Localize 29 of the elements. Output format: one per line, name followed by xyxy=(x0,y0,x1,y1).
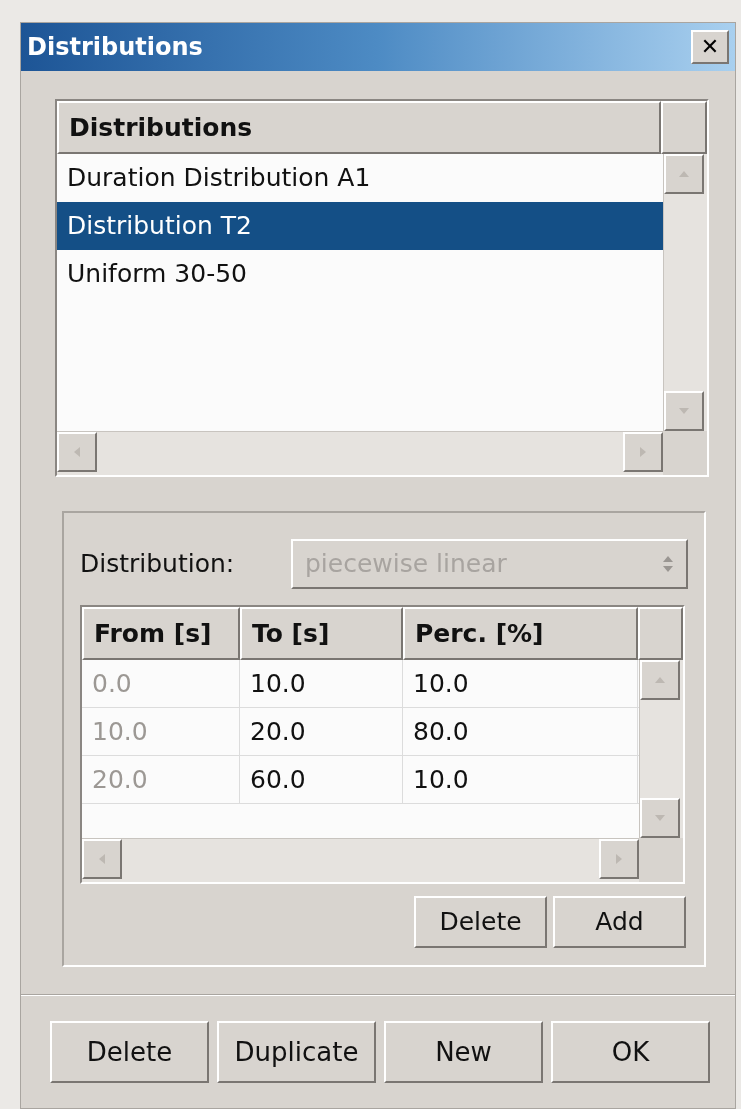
horizontal-scrollbar[interactable] xyxy=(82,838,639,882)
column-header[interactable]: From [s] xyxy=(82,607,240,660)
updown-arrow-icon xyxy=(662,554,674,574)
window-title: Distributions xyxy=(27,32,203,63)
list-item[interactable]: Duration Distribution A1 xyxy=(57,154,663,202)
dialog-button[interactable]: OK xyxy=(551,1021,710,1083)
column-header[interactable]: Perc. [%] xyxy=(403,607,638,660)
table-cell[interactable]: 10.0 xyxy=(403,660,638,707)
distribution-label: Distribution: xyxy=(80,548,235,581)
table-cell[interactable]: 10.0 xyxy=(403,756,638,803)
vertical-scrollbar[interactable] xyxy=(639,660,683,838)
dialog-button[interactable]: Duplicate xyxy=(217,1021,376,1083)
table-cell[interactable]: 60.0 xyxy=(240,756,403,803)
column-header[interactable]: Distributions xyxy=(57,101,661,154)
dialog-button[interactable]: Delete xyxy=(50,1021,209,1083)
scrollbar-corner xyxy=(663,431,707,475)
dialog-button[interactable]: New xyxy=(384,1021,543,1083)
close-button[interactable]: ✕ xyxy=(691,30,729,64)
vertical-scrollbar[interactable] xyxy=(663,154,707,431)
scrollbar-corner xyxy=(639,838,683,882)
list-item[interactable]: Distribution T2 xyxy=(57,202,663,250)
list-item[interactable]: Uniform 30-50 xyxy=(57,250,663,298)
table-action-button[interactable]: Delete xyxy=(414,896,547,948)
column-header[interactable]: To [s] xyxy=(240,607,403,660)
table-action-button[interactable]: Add xyxy=(553,896,686,948)
table-cell[interactable]: 20.0 xyxy=(240,708,403,755)
table-cell[interactable]: 80.0 xyxy=(403,708,638,755)
table-cell[interactable]: 10.0 xyxy=(240,660,403,707)
horizontal-scrollbar[interactable] xyxy=(57,431,663,475)
